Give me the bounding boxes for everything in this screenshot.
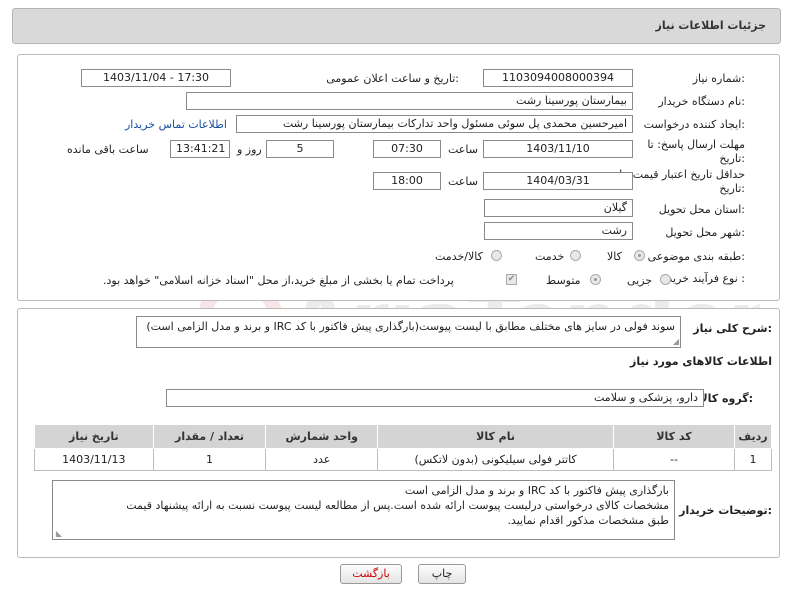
cell-quantity: 1 (152, 448, 267, 471)
province-field: گیلان (484, 199, 633, 217)
validity-label-date: تاریخ: (719, 182, 745, 195)
creator-label: ایجاد کننده درخواست: (643, 118, 745, 131)
buyer-contact-link[interactable]: اطلاعات تماس خریدار (125, 118, 227, 131)
category-service-label: خدمت (535, 250, 565, 263)
resize-handle-icon[interactable]: ◣ (54, 530, 62, 538)
back-button[interactable]: بازگشت (340, 564, 402, 584)
page-title: جزئیات اطلاعات نیاز (655, 19, 767, 32)
deadline-label: مهلت ارسال پاسخ: تا (647, 138, 745, 151)
cell-code: -- (613, 448, 735, 471)
deadline-time-field: 07:30 (373, 140, 441, 158)
category-goods-label: کالا (607, 250, 622, 263)
buyer-org-field: بیمارستان پورسینا رشت (186, 92, 633, 110)
city-field: رشت (484, 222, 633, 240)
col-quantity: تعداد / مقدار (152, 424, 267, 449)
goods-group-label: گروه کالا: (699, 392, 753, 405)
goods-group-field: دارو، پزشکی و سلامت (166, 389, 704, 407)
days-remaining-field: 5 (266, 140, 334, 158)
resize-handle-icon[interactable]: ◢ (671, 338, 679, 346)
page-header: جزئیات اطلاعات نیاز (12, 8, 781, 44)
province-label: استان محل تحویل: (658, 203, 745, 216)
buyer-org-label: نام دستگاه خریدار: (658, 95, 745, 108)
process-medium-radio[interactable] (590, 274, 601, 285)
treasury-payment-note: پرداخت تمام یا بخشی از مبلغ خرید،از محل … (103, 274, 454, 287)
goods-table: ردیف کد کالا نام کالا واحد شمارش تعداد /… (34, 424, 773, 471)
validity-time-field: 18:00 (373, 172, 441, 190)
buyer-notes-label: توضیحات خریدار: (679, 504, 772, 517)
category-service-radio[interactable] (570, 250, 581, 261)
announce-datetime-field: 1403/11/04 - 17:30 (81, 69, 231, 87)
buyer-notes-textarea: بارگذاری پیش فاکتور با کد IRC و برند و م… (52, 480, 675, 540)
need-number-field: 1103094008000394 (483, 69, 633, 87)
process-minor-radio[interactable] (660, 274, 671, 285)
buyer-notes-line-3: طبق مشخصات مذکور اقدام نمایید. (507, 514, 669, 527)
need-number-label: شماره نیاز: (692, 72, 745, 85)
col-need-date: تاریخ نیاز (34, 424, 154, 449)
process-medium-label: متوسط (546, 274, 581, 287)
col-unit: واحد شمارش (265, 424, 379, 449)
col-code: کد کالا (613, 424, 735, 449)
summary-textarea: سوند فولی در سایز های مختلف مطابق با لیس… (136, 316, 681, 348)
category-label: طبقه بندی موضوعی: (647, 250, 745, 263)
creator-field: امیرحسین محمدی پل سوئی مسئول واحد تدارکا… (236, 115, 633, 133)
remaining-time-field: 13:41:21 (170, 140, 230, 158)
print-button[interactable]: چاپ (418, 564, 466, 584)
deadline-label-date: تاریخ: (719, 152, 745, 165)
city-label: شهر محل تحویل: (665, 226, 745, 239)
remaining-label: ساعت باقی مانده (67, 143, 149, 156)
summary-text: سوند فولی در سایز های مختلف مطابق با لیس… (146, 320, 675, 333)
cell-row: 1 (733, 448, 773, 471)
days-label: روز و (237, 143, 262, 156)
table-row: 1 -- کاتتر فولی سیلیکونی (بدون لاتکس) عد… (34, 448, 773, 471)
goods-table-header: ردیف کد کالا نام کالا واحد شمارش تعداد /… (34, 424, 773, 449)
treasury-payment-checkbox[interactable]: ✔ (506, 274, 517, 285)
cell-unit: عدد (265, 448, 379, 471)
process-minor-label: جزیی (627, 274, 653, 287)
col-name: نام کالا (377, 424, 615, 449)
category-goods-radio[interactable] (634, 250, 645, 261)
deadline-date-field: 1403/11/10 (483, 140, 633, 158)
category-both-radio[interactable] (491, 250, 502, 261)
cell-name: کاتتر فولی سیلیکونی (بدون لاتکس) (377, 448, 615, 471)
process-label: نوع فرآیند خرید : (667, 272, 745, 285)
validity-time-label: ساعت (448, 175, 478, 188)
summary-label: شرح کلی نیاز: (693, 322, 772, 335)
validity-label: حداقل تاریخ اعتبار قیمت: تا (619, 168, 745, 181)
category-both-label: کالا/خدمت (435, 250, 483, 263)
buyer-notes-line-2: مشخصات کالای درخواستی درلیست پیوست ارائه… (126, 499, 669, 512)
col-row: ردیف (733, 424, 773, 449)
deadline-time-label: ساعت (448, 143, 478, 156)
buyer-notes-line-1: بارگذاری پیش فاکتور با کد IRC و برند و م… (404, 484, 669, 497)
cell-need-date: 1403/11/13 (34, 448, 154, 471)
goods-section-title: اطلاعات کالاهای مورد نیاز (630, 355, 772, 368)
validity-date-field: 1404/03/31 (483, 172, 633, 190)
announce-label: تاریخ و ساعت اعلان عمومی: (326, 72, 459, 85)
